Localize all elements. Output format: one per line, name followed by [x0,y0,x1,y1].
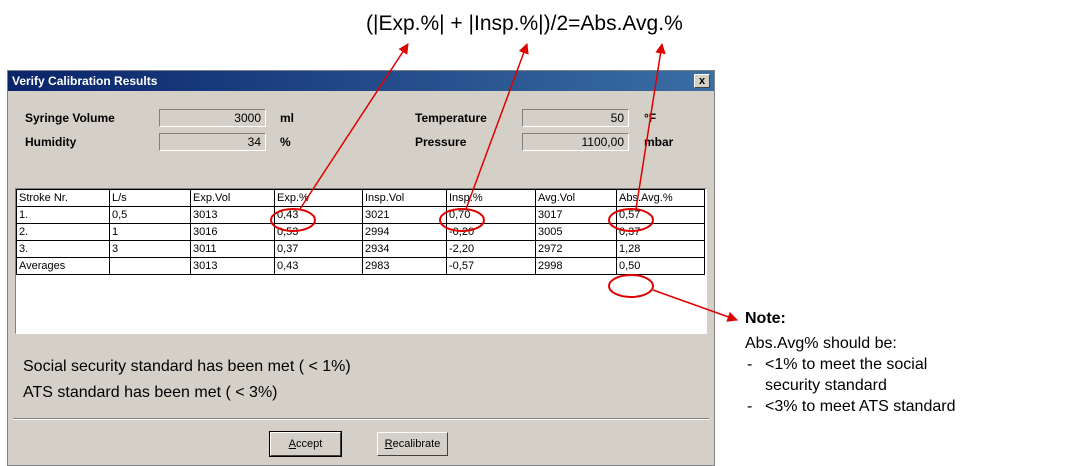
table-cell: 3 [109,240,191,258]
note-item-text: <3% to meet ATS standard [765,398,956,415]
table-row[interactable]: 3. 3 3011 0,37 2934 -2,20 2972 1,28 [16,240,705,258]
table-header-row: Stroke Nr. L/s Exp.Vol Exp.% Insp.Vol In… [16,189,705,207]
syringe-volume-label: Syringe Volume [25,111,115,125]
table-row[interactable]: 2. 1 3016 0,53 2994 -0,20 3005 0,37 [16,223,705,241]
column-header[interactable]: Avg.Vol [535,189,617,207]
table-cell: 0,53 [274,223,363,241]
table-cell: 0,37 [616,223,705,241]
results-grid[interactable]: Stroke Nr. L/s Exp.Vol Exp.% Insp.Vol In… [15,188,707,334]
recalibrate-label: ecalibrate [392,438,441,450]
table-cell: Averages [16,257,110,275]
table-cell: 2934 [362,240,447,258]
verify-calibration-dialog: Verify Calibration Results x Syringe Vol… [7,70,715,466]
column-header[interactable]: Insp.% [446,189,536,207]
note-item-text: <1% to meet the social security standard [765,356,928,394]
column-header[interactable]: Stroke Nr. [16,189,110,207]
table-cell: 1 [109,223,191,241]
table-cell: 3. [16,240,110,258]
table-cell: 2983 [362,257,447,275]
table-cell: 0,57 [616,206,705,224]
table-cell: 3005 [535,223,617,241]
separator [13,418,709,420]
note-item: - <3% to meet ATS standard [747,398,956,415]
table-cell: -0,20 [446,223,536,241]
recalibrate-button[interactable]: Recalibrate [377,432,448,456]
results-table: Stroke Nr. L/s Exp.Vol Exp.% Insp.Vol In… [16,189,705,275]
column-header[interactable]: Abs.Avg.% [616,189,705,207]
humidity-label: Humidity [25,135,77,149]
pressure-unit: mbar [644,135,674,149]
table-cell: 3011 [190,240,275,258]
table-cell: 1. [16,206,110,224]
table-cell: 3021 [362,206,447,224]
table-cell: 2. [16,223,110,241]
recalibrate-mnemonic: R [384,438,393,450]
table-cell: 3017 [535,206,617,224]
title-bar[interactable]: Verify Calibration Results x [8,71,714,91]
formula-annotation: (|Exp.%| + |Insp.%|)/2=Abs.Avg.% [366,12,683,35]
note-item: - <1% to meet the social security standar… [747,356,928,394]
table-cell: 2994 [362,223,447,241]
column-header[interactable]: Insp.Vol [362,189,447,207]
note-list: - <1% to meet the social security standar… [745,354,955,417]
table-cell: 0,37 [274,240,363,258]
pressure-label: Pressure [415,135,467,149]
table-cell: 0,70 [446,206,536,224]
close-button[interactable]: x [694,74,710,88]
humidity-unit: % [280,135,291,149]
table-cell: 1,28 [616,240,705,258]
table-cell: 3013 [190,257,275,275]
table-cell: 0,50 [616,257,705,275]
temperature-field: 50 [522,109,629,127]
column-header[interactable]: Exp.Vol [190,189,275,207]
social-security-message: Social security standard has been met ( … [23,358,351,375]
syringe-volume-field: 3000 [159,109,266,127]
table-row-averages[interactable]: Averages 3013 0,43 2983 -0,57 2998 0,50 [16,257,705,275]
note-intro: Abs.Avg% should be: [745,335,897,352]
accept-label: ccept [296,438,323,450]
table-cell: -2,20 [446,240,536,258]
pressure-field: 1100,00 [522,133,629,151]
accept-button[interactable]: Accept [269,431,342,457]
table-cell: -0,57 [446,257,536,275]
temperature-unit: °F [644,111,657,125]
table-cell: 0,43 [274,257,363,275]
column-header[interactable]: Exp.% [274,189,363,207]
ats-message: ATS standard has been met ( < 3%) [23,384,278,401]
accept-mnemonic: A [288,438,297,450]
temperature-label: Temperature [415,111,487,125]
table-cell: 2972 [535,240,617,258]
humidity-field: 34 [159,133,266,151]
column-header[interactable]: L/s [109,189,191,207]
table-cell: 3013 [190,206,275,224]
table-cell: 2998 [535,257,617,275]
table-cell: 3016 [190,223,275,241]
note-title: Note: [745,310,786,327]
table-row[interactable]: 1. 0,5 3013 0,43 3021 0,70 3017 0,57 [16,206,705,224]
table-cell: 0,43 [274,206,363,224]
syringe-volume-unit: ml [280,111,295,125]
table-cell [109,257,191,275]
window-title: Verify Calibration Results [12,74,158,88]
table-cell: 0,5 [109,206,191,224]
